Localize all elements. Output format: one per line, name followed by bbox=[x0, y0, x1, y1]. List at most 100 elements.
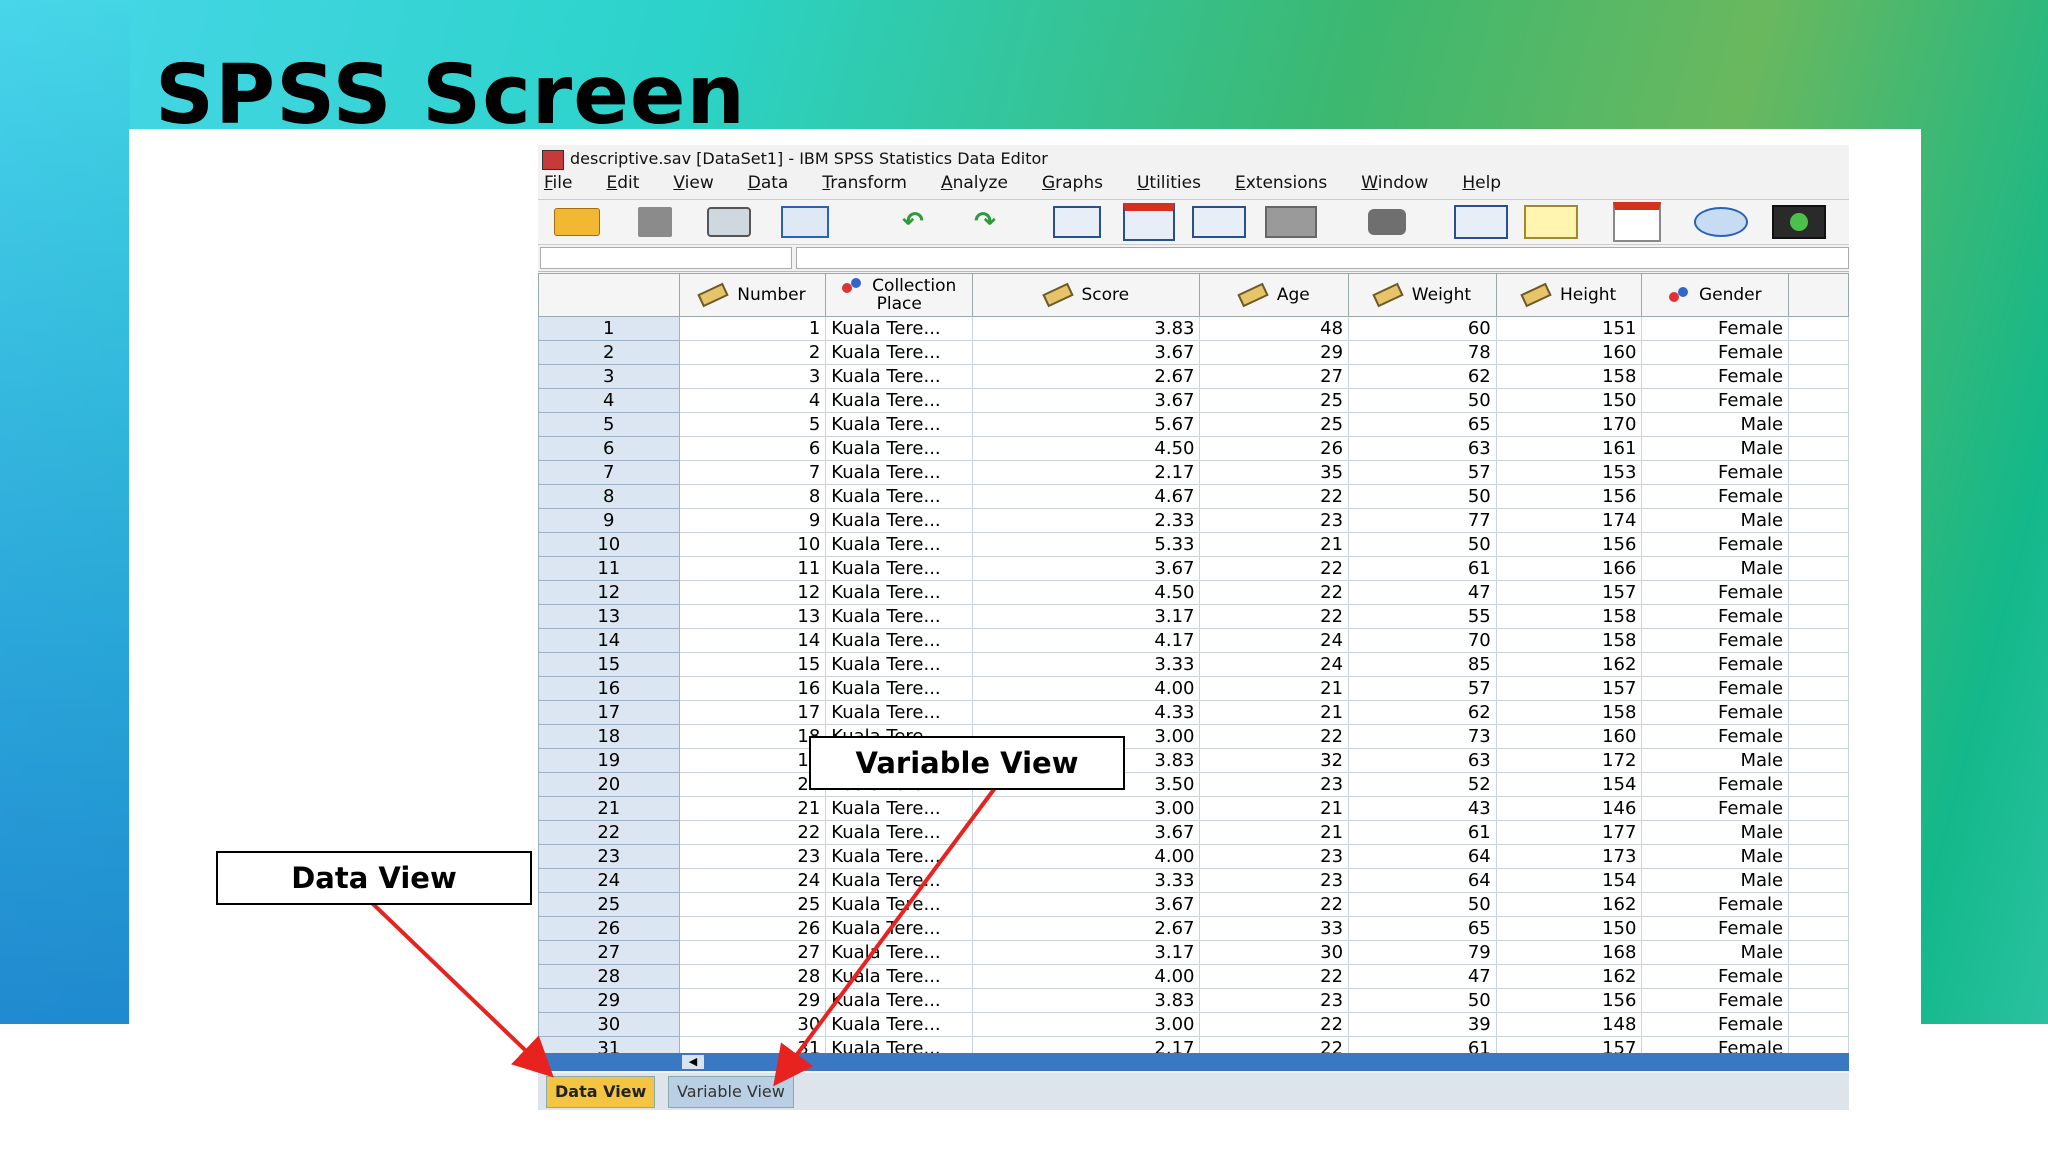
data-cell[interactable]: Female bbox=[1641, 316, 1790, 341]
data-cell[interactable]: 151 bbox=[1495, 316, 1643, 341]
data-cell[interactable]: 3.83 bbox=[972, 316, 1201, 341]
row-number-cell[interactable]: 18 bbox=[538, 724, 680, 749]
goto-case-icon[interactable] bbox=[1050, 206, 1104, 238]
row-number-cell[interactable]: 29 bbox=[538, 988, 680, 1013]
data-cell[interactable]: Kuala Tere... bbox=[825, 844, 974, 869]
column-header[interactable]: Height bbox=[1495, 273, 1643, 317]
row-number-cell[interactable]: 8 bbox=[538, 484, 680, 509]
data-cell[interactable]: 62 bbox=[1348, 700, 1497, 725]
data-cell[interactable]: Kuala Tere... bbox=[825, 628, 974, 653]
data-cell[interactable]: 5 bbox=[678, 412, 827, 437]
data-cell[interactable]: 17 bbox=[678, 700, 827, 725]
data-cell[interactable]: 157 bbox=[1495, 676, 1643, 701]
data-cell[interactable]: 47 bbox=[1348, 580, 1497, 605]
menu-graphs[interactable]: Graphs bbox=[1042, 173, 1103, 197]
data-cell[interactable]: 64 bbox=[1348, 868, 1497, 893]
data-cell[interactable]: 172 bbox=[1495, 748, 1643, 773]
data-cell[interactable]: Kuala Tere... bbox=[825, 988, 974, 1013]
data-cell[interactable]: 3 bbox=[678, 364, 827, 389]
data-cell[interactable]: 8 bbox=[678, 484, 827, 509]
empty-cell[interactable] bbox=[1788, 868, 1849, 893]
data-cell[interactable]: 14 bbox=[678, 628, 827, 653]
row-number-cell[interactable]: 14 bbox=[538, 628, 680, 653]
data-cell[interactable]: 12 bbox=[678, 580, 827, 605]
data-cell[interactable]: 158 bbox=[1495, 604, 1643, 629]
data-cell[interactable]: Kuala Tere... bbox=[825, 412, 974, 437]
data-cell[interactable]: 70 bbox=[1348, 628, 1497, 653]
empty-cell[interactable] bbox=[1788, 604, 1849, 629]
data-cell[interactable]: 22 bbox=[1199, 484, 1350, 509]
data-cell[interactable]: 170 bbox=[1495, 412, 1643, 437]
data-cell[interactable]: Male bbox=[1641, 436, 1790, 461]
data-cell[interactable]: 21 bbox=[1199, 676, 1350, 701]
empty-cell[interactable] bbox=[1788, 340, 1849, 365]
data-cell[interactable]: Female bbox=[1641, 1012, 1790, 1037]
data-cell[interactable]: Female bbox=[1641, 652, 1790, 677]
run-descriptives-icon[interactable] bbox=[1264, 206, 1318, 238]
data-cell[interactable]: 166 bbox=[1495, 556, 1643, 581]
data-cell[interactable]: Kuala Tere... bbox=[825, 532, 974, 557]
data-cell[interactable]: 154 bbox=[1495, 772, 1643, 797]
data-cell[interactable]: 3.67 bbox=[972, 892, 1201, 917]
empty-cell[interactable] bbox=[1788, 940, 1849, 965]
empty-cell[interactable] bbox=[1788, 508, 1849, 533]
data-cell[interactable]: 7 bbox=[678, 460, 827, 485]
data-cell[interactable]: 2.67 bbox=[972, 916, 1201, 941]
scroll-left-icon[interactable]: ◀ bbox=[682, 1055, 704, 1069]
empty-cell[interactable] bbox=[1788, 580, 1849, 605]
data-cell[interactable]: Kuala Tere... bbox=[825, 868, 974, 893]
data-cell[interactable]: 63 bbox=[1348, 436, 1497, 461]
row-number-cell[interactable]: 20 bbox=[538, 772, 680, 797]
data-cell[interactable]: Female bbox=[1641, 340, 1790, 365]
data-cell[interactable]: 28 bbox=[678, 964, 827, 989]
column-header[interactable]: Collection Place bbox=[825, 273, 974, 317]
row-number-cell[interactable]: 9 bbox=[538, 508, 680, 533]
data-cell[interactable]: Kuala Tere... bbox=[825, 796, 974, 821]
empty-cell[interactable] bbox=[1788, 988, 1849, 1013]
data-cell[interactable]: 148 bbox=[1495, 1012, 1643, 1037]
empty-column-header[interactable] bbox=[1788, 273, 1849, 317]
empty-cell[interactable] bbox=[1788, 964, 1849, 989]
data-cell[interactable]: 21 bbox=[1199, 700, 1350, 725]
data-cell[interactable]: 157 bbox=[1495, 580, 1643, 605]
data-cell[interactable]: 160 bbox=[1495, 724, 1643, 749]
data-cell[interactable]: 23 bbox=[1199, 844, 1350, 869]
data-cell[interactable]: 146 bbox=[1495, 796, 1643, 821]
data-cell[interactable]: 23 bbox=[1199, 988, 1350, 1013]
data-cell[interactable]: 61 bbox=[1348, 820, 1497, 845]
variables-icon[interactable] bbox=[1192, 206, 1246, 238]
data-cell[interactable]: Female bbox=[1641, 892, 1790, 917]
data-cell[interactable]: 10 bbox=[678, 532, 827, 557]
empty-cell[interactable] bbox=[1788, 532, 1849, 557]
row-number-cell[interactable]: 2 bbox=[538, 340, 680, 365]
data-cell[interactable]: 5.33 bbox=[972, 532, 1201, 557]
empty-cell[interactable] bbox=[1788, 916, 1849, 941]
open-folder-icon[interactable] bbox=[550, 206, 604, 238]
cell-value-field[interactable] bbox=[796, 247, 1849, 269]
insert-variable-icon[interactable] bbox=[1524, 205, 1578, 239]
data-cell[interactable]: 162 bbox=[1495, 652, 1643, 677]
data-cell[interactable]: 22 bbox=[1199, 892, 1350, 917]
data-cell[interactable]: 32 bbox=[1199, 748, 1350, 773]
data-cell[interactable]: 3.00 bbox=[972, 1012, 1201, 1037]
data-cell[interactable]: 19 bbox=[678, 748, 827, 773]
data-cell[interactable]: 24 bbox=[1199, 628, 1350, 653]
menu-view[interactable]: View bbox=[673, 173, 713, 197]
data-cell[interactable]: 2.17 bbox=[972, 460, 1201, 485]
data-cell[interactable]: Male bbox=[1641, 868, 1790, 893]
data-cell[interactable]: 52 bbox=[1348, 772, 1497, 797]
row-number-cell[interactable]: 1 bbox=[538, 316, 680, 341]
empty-cell[interactable] bbox=[1788, 796, 1849, 821]
data-cell[interactable]: 18 bbox=[678, 724, 827, 749]
row-number-cell[interactable]: 3 bbox=[538, 364, 680, 389]
data-cell[interactable]: 57 bbox=[1348, 460, 1497, 485]
redo-icon[interactable]: ↷ bbox=[958, 206, 1012, 238]
data-cell[interactable]: 160 bbox=[1495, 340, 1643, 365]
value-labels-icon[interactable] bbox=[1772, 205, 1826, 239]
column-header[interactable]: Weight bbox=[1348, 273, 1497, 317]
menu-help[interactable]: Help bbox=[1462, 173, 1501, 197]
data-cell[interactable]: 35 bbox=[1199, 460, 1350, 485]
data-cell[interactable]: Kuala Tere... bbox=[825, 340, 974, 365]
data-cell[interactable]: 78 bbox=[1348, 340, 1497, 365]
data-cell[interactable]: 65 bbox=[1348, 916, 1497, 941]
